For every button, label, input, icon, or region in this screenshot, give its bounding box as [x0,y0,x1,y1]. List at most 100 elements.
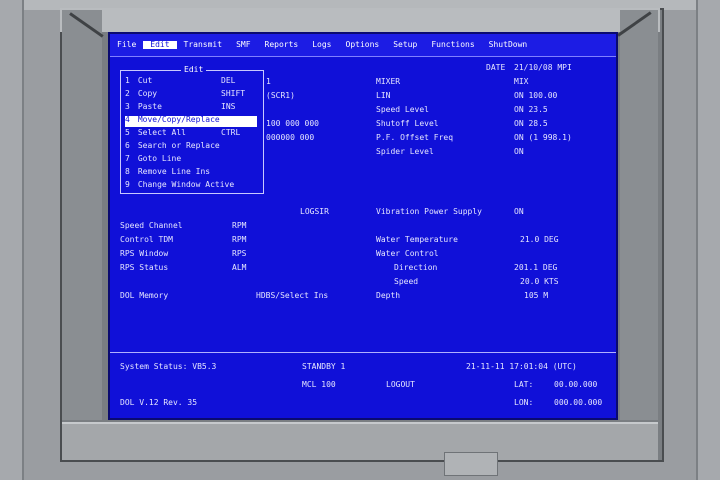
item-label: Select All [137,128,186,137]
dol-version: DOL V.12 Rev. 35 [120,398,198,407]
vibration-label: Vibration Power Supply [376,207,482,216]
menu-item-copy[interactable]: 2 Copy SHIFT [125,90,257,101]
menu-item-remove-line[interactable]: 8 Remove Line Ins [125,168,257,179]
field-label: RPS Status [120,263,169,272]
menu-item-select-all[interactable]: 5 Select All CTRL [125,129,257,140]
field-label: Speed Channel [120,221,183,230]
depth-value: 105 M [524,291,549,300]
item-label: Remove Line Ins [137,167,211,176]
menu-setup[interactable]: Setup [386,41,424,49]
item-number: 5 [125,128,130,137]
date-value: 21/10/08 MPI [514,63,572,72]
field-label: Control TDM [120,235,173,244]
water-temp-label: Water Temperature [376,235,458,244]
item-shortcut: SHIFT [221,89,246,98]
item-shortcut: INS [221,102,236,111]
bezel-right-bevel [620,10,658,420]
menu-item-goto-line[interactable]: 7 Goto Line [125,155,257,166]
direction-label: Direction [394,263,438,272]
field-label: LIN [376,91,391,100]
lon-value: 000.00.000 [554,398,603,407]
field-value: ON (1 998.1) [514,133,572,142]
field-value: ON 100.00 [514,91,558,100]
field-label: MIXER [376,77,401,86]
item-label: Change Window Active [137,180,235,189]
item-label: Move/Copy/Replace [137,115,220,124]
item-number: 8 [125,167,130,176]
dol-memory-value: HDBS/Select Ins [256,291,329,300]
standby-label: STANDBY 1 [302,362,346,371]
menu-reports[interactable]: Reports [258,41,306,49]
vibration-value: ON [514,207,524,216]
item-label: Paste [137,102,162,111]
field-value: ON 23.5 [514,105,548,114]
logout-button[interactable]: LOGOUT [386,381,415,389]
menu-shutdown[interactable]: ShutDown [482,41,535,49]
field-label: Shutoff Level [376,119,439,128]
field-value: RPS [232,249,247,258]
monitor-screen: File Edit Transmit SMF Reports Logs Opti… [108,32,618,420]
direction-value: 201.1 DEG [514,263,558,272]
lon-label: LON: [514,398,534,407]
item-number: 4 [125,115,130,124]
mid-value: 000000 000 [266,133,315,142]
speed-label: Speed [394,277,419,286]
item-number: 2 [125,89,130,98]
field-label: RPS Window [120,249,169,258]
menu-transmit[interactable]: Transmit [177,41,230,49]
item-label: Search or Replace [137,141,220,150]
field-value: RPM [232,221,247,230]
item-shortcut: CTRL [221,128,241,137]
item-number: 7 [125,154,130,163]
field-value: ALM [232,263,247,272]
menu-item-move-copy-replace[interactable]: 4 Move/Copy/Replace [125,116,257,127]
menu-functions[interactable]: Functions [424,41,481,49]
menu-item-cut[interactable]: 1 Cut DEL [125,77,257,88]
mcl-label: MCL 100 [302,380,336,389]
menu-options[interactable]: Options [339,41,387,49]
mid-value: 1 [266,77,271,86]
item-number: 3 [125,102,130,111]
field-label: Spider Level [376,147,434,156]
lat-value: 00.00.000 [554,380,598,389]
water-control-label: Water Control [376,249,439,258]
field-value: ON [514,147,524,156]
edit-dropdown-menu: Edit 1 Cut DEL 2 Copy SHIFT 3 Paste INS 4 M… [120,66,264,194]
dol-memory-label: DOL Memory [120,291,169,300]
depth-label: Depth [376,291,401,300]
menu-item-change-window[interactable]: 9 Change Window Active [125,181,257,192]
status-bar: System Status: VB5.3 STANDBY 1 21-11-11 … [110,352,616,419]
logsir-value: LOGSIR [300,207,329,216]
cabinet-left-panel [0,0,24,480]
menu-smf[interactable]: SMF [229,41,257,49]
field-label: Speed Level [376,105,429,114]
menu-edit[interactable]: Edit [143,41,177,49]
speed-value: 20.0 KTS [520,277,559,286]
dropdown-title: Edit [181,66,207,74]
water-temp-value: 21.0 DEG [520,235,559,244]
field-value: ON 28.5 [514,119,548,128]
cabinet-right-panel [696,0,720,480]
bezel-bottom [62,422,658,460]
menu-file[interactable]: File [110,41,143,49]
bezel-top-bevel [60,8,660,32]
power-knob[interactable] [444,452,498,476]
field-label: P.F. Offset Freq [376,133,454,142]
field-value: RPM [232,235,247,244]
date-label: DATE [486,63,506,72]
mid-value: (SCR1) [266,91,295,100]
menu-logs[interactable]: Logs [305,41,338,49]
item-shortcut: DEL [221,76,236,85]
item-number: 1 [125,76,130,85]
menu-item-paste[interactable]: 3 Paste INS [125,103,257,114]
date-time: 21-11-11 17:01:04 (UTC) [466,362,577,371]
menu-bar: File Edit Transmit SMF Reports Logs Opti… [110,34,616,57]
bezel-left-bevel [62,10,102,420]
menu-item-search-replace[interactable]: 6 Search or Replace [125,142,257,153]
system-status: System Status: VB5.3 [120,362,217,371]
item-label: Cut [137,76,153,85]
lat-label: LAT: [514,380,534,389]
field-value: MIX [514,77,529,86]
mid-value: 100 000 000 [266,119,319,128]
item-number: 9 [125,180,130,189]
